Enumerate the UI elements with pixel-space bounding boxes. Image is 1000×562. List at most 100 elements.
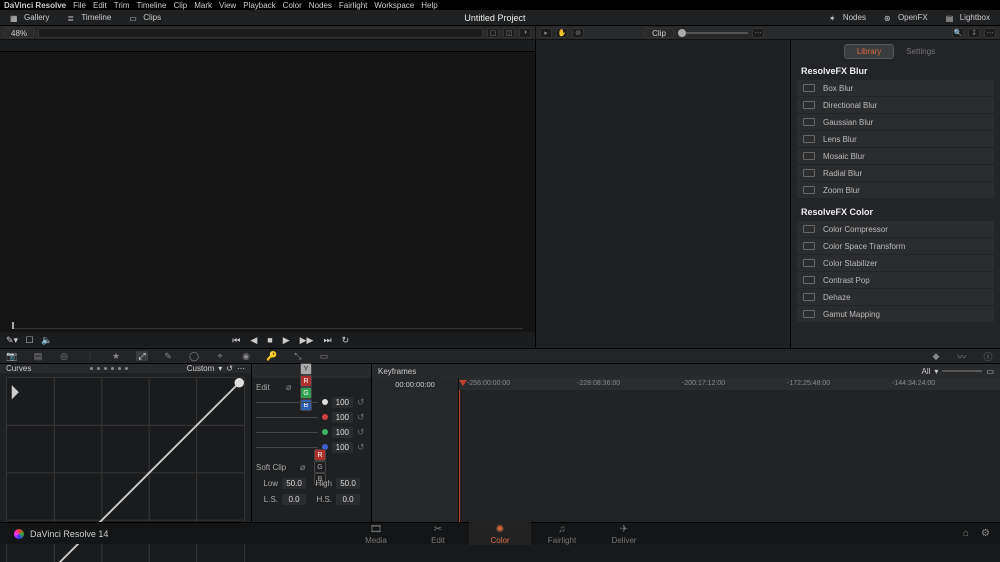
hs-value[interactable]: 0.0 — [336, 494, 360, 505]
curves-icon[interactable]: ⤢ — [136, 351, 148, 361]
ls-value[interactable]: 0.0 — [282, 494, 306, 505]
menu-clip[interactable]: Clip — [173, 1, 187, 10]
qualifier-icon[interactable]: ✎ — [162, 351, 174, 361]
softclip-chip-g[interactable]: G — [314, 461, 326, 473]
intensity-slider[interactable] — [256, 447, 318, 448]
chevron-down-icon[interactable]: ▾ — [218, 364, 222, 373]
intensity-value[interactable]: 100 — [332, 442, 353, 453]
menu-workspace[interactable]: Workspace — [374, 1, 414, 10]
curves-mode-dropdown[interactable]: Custom — [187, 364, 215, 373]
fx-options-icon[interactable]: ⋯ — [984, 28, 996, 38]
clip-mix-slider[interactable] — [678, 32, 748, 34]
page-media[interactable]: 🎞Media — [345, 522, 407, 545]
color-match-icon[interactable]: ▤ — [32, 351, 44, 361]
fx-item[interactable]: Mosaic Blur — [797, 148, 994, 164]
loop-icon[interactable]: ↻ — [342, 335, 350, 346]
fx-item[interactable]: Contrast Pop — [797, 272, 994, 288]
mask-icon[interactable]: ⊘ — [572, 28, 584, 38]
nodes-button[interactable]: ✶Nodes — [823, 11, 872, 24]
intensity-slider[interactable] — [256, 432, 318, 433]
keyframes-all-dropdown[interactable]: All — [922, 367, 931, 376]
kf-zoom-slider-icon[interactable] — [942, 370, 982, 372]
node-graph[interactable] — [536, 40, 791, 348]
low-value[interactable]: 50.0 — [282, 478, 306, 489]
key-icon[interactable]: 🔑 — [266, 351, 278, 361]
zoom-percent-dropdown[interactable]: 48% — [4, 28, 34, 38]
reset-icon[interactable]: ↺ — [357, 412, 367, 423]
link-icon[interactable]: ⌀ — [286, 382, 296, 392]
page-edit[interactable]: ✂Edit — [407, 522, 469, 545]
gallery-button[interactable]: ▦Gallery — [4, 11, 55, 24]
menu-help[interactable]: Help — [421, 1, 437, 10]
intensity-value[interactable]: 100 — [332, 427, 353, 438]
menu-mark[interactable]: Mark — [194, 1, 212, 10]
keyframe-playhead-icon[interactable] — [459, 378, 467, 390]
fx-item[interactable]: Box Blur — [797, 80, 994, 96]
stop-icon[interactable]: ■ — [267, 335, 272, 346]
menu-davinci-resolve[interactable]: DaVinci Resolve — [4, 1, 66, 10]
tab-settings[interactable]: Settings — [894, 45, 947, 58]
motion-icon[interactable]: ★ — [110, 351, 122, 361]
menu-file[interactable]: File — [73, 1, 86, 10]
info-icon[interactable]: ⓘ — [982, 351, 994, 361]
hand-icon[interactable]: ✋ — [556, 28, 568, 38]
menu-edit[interactable]: Edit — [93, 1, 107, 10]
clip-options-icon[interactable]: ⋯ — [752, 28, 764, 38]
keyframe-track-area[interactable] — [372, 390, 1000, 522]
kf-expand-icon[interactable]: ▭ — [986, 367, 994, 376]
qualifier-tool-icon[interactable]: ✎▾ ☐ 🔈 — [6, 335, 52, 346]
menu-view[interactable]: View — [219, 1, 236, 10]
home-icon[interactable]: ⌂ — [963, 528, 969, 539]
menu-playback[interactable]: Playback — [243, 1, 275, 10]
go-first-icon[interactable]: ⏮ — [232, 335, 240, 346]
fx-item[interactable]: Color Compressor — [797, 221, 994, 237]
step-back-icon[interactable]: ◀ — [250, 335, 257, 346]
reset-icon[interactable]: ↺ — [357, 427, 367, 438]
openfx-button[interactable]: ⊛OpenFX — [878, 11, 934, 24]
fx-sort-icon[interactable]: ↧ — [968, 28, 980, 38]
fx-item[interactable]: Gamut Mapping — [797, 306, 994, 322]
clips-button[interactable]: ▭Clips — [123, 11, 167, 24]
rgb-mixer-icon[interactable]: ⫶ — [84, 351, 96, 361]
pointer-icon[interactable]: ▸ — [540, 28, 552, 38]
fx-item[interactable]: Color Space Transform — [797, 238, 994, 254]
intensity-value[interactable]: 100 — [332, 412, 353, 423]
fx-item[interactable]: Directional Blur — [797, 97, 994, 113]
link-icon[interactable]: ⌀ — [300, 462, 310, 472]
scopes-icon[interactable]: 〰 — [956, 351, 968, 361]
playhead-icon[interactable] — [12, 322, 14, 329]
fx-item[interactable]: Gaussian Blur — [797, 114, 994, 130]
viewer-source-dropdown[interactable] — [38, 28, 483, 38]
curves-options-icon[interactable]: ⋯ — [237, 364, 245, 373]
reset-icon[interactable]: ↺ — [357, 442, 367, 453]
window-icon[interactable]: ◯ — [188, 351, 200, 361]
sizing-icon[interactable]: ⤡ — [292, 351, 304, 361]
channel-chip-y[interactable]: Y — [300, 363, 312, 375]
camera-raw-icon[interactable]: 📷 — [6, 351, 18, 361]
timeline-button[interactable]: ≣Timeline — [61, 11, 117, 24]
go-last-icon[interactable]: ⏭ — [323, 335, 331, 346]
menu-trim[interactable]: Trim — [114, 1, 130, 10]
keyframe-ruler[interactable]: 00:00:00:00 -256:00:00:00-228:08:36:00-2… — [372, 378, 1000, 390]
lightbox-button[interactable]: ▤Lightbox — [940, 11, 996, 24]
settings-gear-icon[interactable]: ⚙ — [981, 528, 990, 539]
menu-fairlight[interactable]: Fairlight — [339, 1, 367, 10]
menu-timeline[interactable]: Timeline — [137, 1, 167, 10]
curves-reset-icon[interactable]: ↺ — [226, 364, 233, 373]
page-fairlight[interactable]: ♫Fairlight — [531, 522, 593, 545]
fx-item[interactable]: Zoom Blur — [797, 182, 994, 198]
keyframe-palette-icon[interactable]: ◆ — [930, 351, 942, 361]
stereo-icon[interactable]: ▭ — [318, 351, 330, 361]
highlight-icon[interactable]: ◑ — [519, 28, 531, 38]
play-icon[interactable]: ▶ — [283, 335, 290, 346]
step-fwd-icon[interactable]: ▶▶ — [300, 335, 314, 346]
fx-item[interactable]: Radial Blur — [797, 165, 994, 181]
chevron-down-icon[interactable]: ▾ — [934, 367, 938, 376]
bypass-icon[interactable]: ▢ — [487, 28, 499, 38]
intensity-value[interactable]: 100 — [332, 397, 353, 408]
menu-color[interactable]: Color — [283, 1, 302, 10]
tracker-icon[interactable]: ⌖ — [214, 351, 226, 361]
menu-nodes[interactable]: Nodes — [309, 1, 332, 10]
fx-item[interactable]: Dehaze — [797, 289, 994, 305]
intensity-slider[interactable] — [256, 417, 318, 418]
